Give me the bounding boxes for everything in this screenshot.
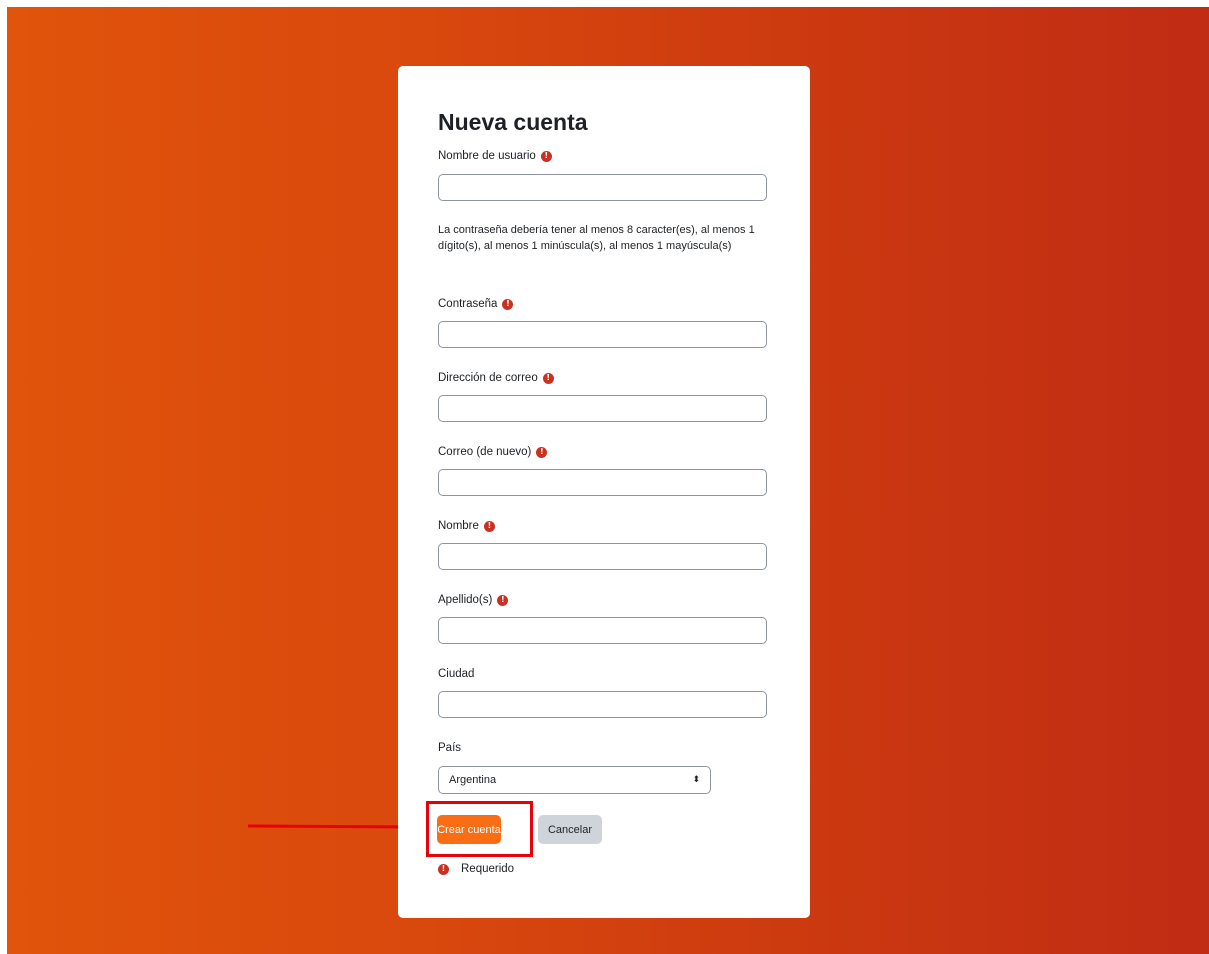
lastname-label: Apellido(s) ! [438, 594, 509, 606]
city-label-text: Ciudad [438, 668, 475, 680]
email-input[interactable] [438, 395, 767, 422]
annotation-highlight-box [426, 801, 533, 857]
select-caret-icon: ⬍ [692, 774, 700, 785]
username-label: Nombre de usuario ! [438, 150, 552, 162]
city-label: Ciudad [438, 668, 474, 680]
required-icon: ! [540, 150, 552, 162]
username-input[interactable] [438, 174, 767, 201]
lastname-input[interactable] [438, 617, 767, 644]
password-label: Contraseña ! [438, 298, 514, 310]
country-select-value: Argentina [449, 774, 497, 786]
required-icon: ! [438, 863, 449, 875]
lastname-label-text: Apellido(s) [438, 594, 493, 606]
country-label-text: País [438, 742, 462, 754]
required-icon: ! [497, 594, 509, 606]
firstname-input[interactable] [438, 543, 767, 570]
required-icon: ! [483, 520, 495, 532]
password-label-text: Contraseña [438, 298, 498, 310]
password-input[interactable] [438, 321, 767, 348]
username-label-text: Nombre de usuario [438, 150, 536, 162]
firstname-label: Nombre ! [438, 520, 495, 532]
email-again-label-text: Correo (de nuevo) [438, 446, 532, 458]
email-label-text: Dirección de correo [438, 372, 538, 384]
cancel-button[interactable]: Cancelar [538, 815, 602, 844]
signup-card: Nueva cuenta Nombre de usuario ! La cont… [398, 66, 810, 918]
email-again-label: Correo (de nuevo) ! [438, 446, 548, 458]
country-label: País [438, 742, 461, 754]
required-icon: ! [536, 446, 548, 458]
email-again-input[interactable] [438, 469, 767, 496]
page-title: Nueva cuenta [438, 109, 588, 135]
required-legend: ! Requerido [438, 863, 514, 875]
email-label: Dirección de correo ! [438, 372, 554, 384]
required-legend-text: Requerido [461, 863, 515, 875]
required-icon: ! [502, 298, 514, 310]
firstname-label-text: Nombre [438, 520, 479, 532]
password-hint: La contraseña debería tener al menos 8 c… [438, 224, 755, 252]
country-select[interactable]: Argentina ⬍ [438, 766, 711, 794]
city-input[interactable] [438, 691, 767, 718]
required-icon: ! [542, 372, 554, 384]
